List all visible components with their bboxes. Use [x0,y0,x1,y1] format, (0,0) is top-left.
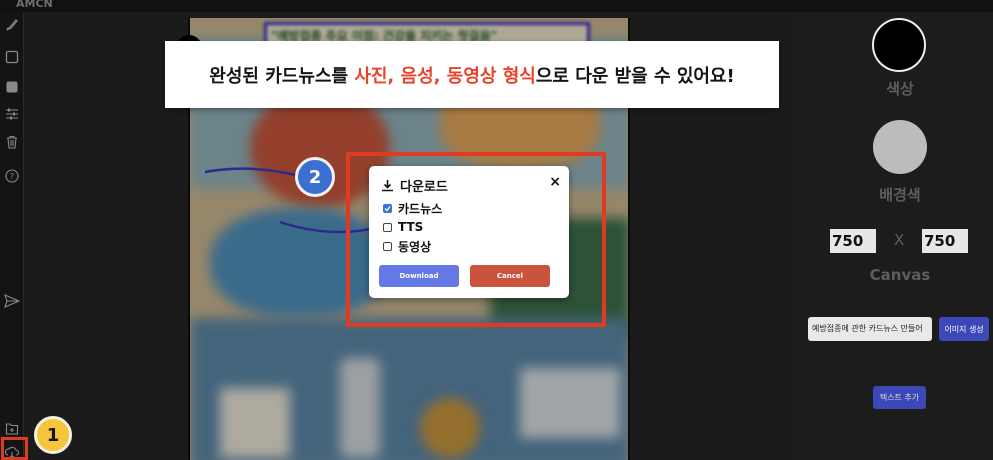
bg-color-label: 배경색 [879,186,921,204]
app-title: AMCN [16,0,53,10]
help-icon[interactable]: ? [3,167,21,185]
download-button[interactable]: Download [379,265,459,287]
option-video[interactable]: 동영상 [383,238,431,255]
option-label: TTS [398,220,424,234]
add-file-icon[interactable] [3,420,21,438]
checkbox-video[interactable] [383,242,392,251]
download-icon [382,180,393,192]
banner-text-highlight: 사진, 음성, 동영상 형식 [354,65,536,87]
canvas-width-input[interactable]: 750 [830,229,876,253]
bg-color-swatch[interactable] [873,120,927,174]
step-1-badge: 1 [34,416,72,454]
trash-icon[interactable] [3,133,21,151]
properties-panel: 색상 배경색 750 X 750 Canvas 예방접종에 관한 카드뉴스 만들… [796,12,993,460]
cancel-button[interactable]: Cancel [470,265,550,287]
download-tool-highlight-frame [1,437,28,460]
option-tts[interactable]: TTS [383,220,423,234]
dimension-separator: X [894,231,905,249]
brush-icon[interactable] [3,16,21,34]
svg-text:?: ? [10,172,14,181]
sliders-icon[interactable] [3,105,21,123]
add-text-button[interactable]: 텍스트 추가 [873,386,926,409]
banner-text-after: 으로 다운 받을 수 있어요! [535,65,735,87]
option-card-news[interactable]: 카드뉴스 [383,200,442,217]
topic-input[interactable]: 예방접종에 관한 카드뉴스 만들어 [808,317,932,341]
send-icon[interactable] [3,292,21,310]
rectangle-outline-icon[interactable] [3,48,21,66]
dialog-title: 다운로드 [381,176,448,195]
app-window: AMCN ? "예방접종 주요 이점: 건강을 지키는 첫걸음" 완성된 카드뉴… [0,0,993,460]
step-2-badge: 2 [295,157,335,197]
close-icon[interactable]: × [549,174,561,190]
dialog-title-text: 다운로드 [400,180,448,195]
rectangle-filled-icon[interactable] [3,78,21,96]
color-swatch[interactable] [872,18,926,72]
canvas-label: Canvas [869,266,931,284]
option-label: 동영상 [398,240,432,254]
banner-text: 완성된 카드뉴스를 사진, 음성, 동영상 형식으로 다운 받을 수 있어요! [209,62,734,88]
checkbox-tts[interactable] [383,222,392,232]
top-bar: AMCN [0,0,993,12]
download-dialog: 다운로드 × 카드뉴스 TTS 동영상 Download Cancel [369,166,569,298]
banner-text-before: 완성된 카드뉴스를 [209,65,355,87]
generate-image-button[interactable]: 이미지 생성 [939,317,989,341]
canvas-height-input[interactable]: 750 [922,229,968,253]
tool-sidebar: ? [0,12,24,460]
instruction-banner: 완성된 카드뉴스를 사진, 음성, 동영상 형식으로 다운 받을 수 있어요! [165,41,779,108]
option-label: 카드뉴스 [398,202,443,216]
checkbox-card-news[interactable] [383,204,392,213]
color-label: 색상 [886,80,914,98]
